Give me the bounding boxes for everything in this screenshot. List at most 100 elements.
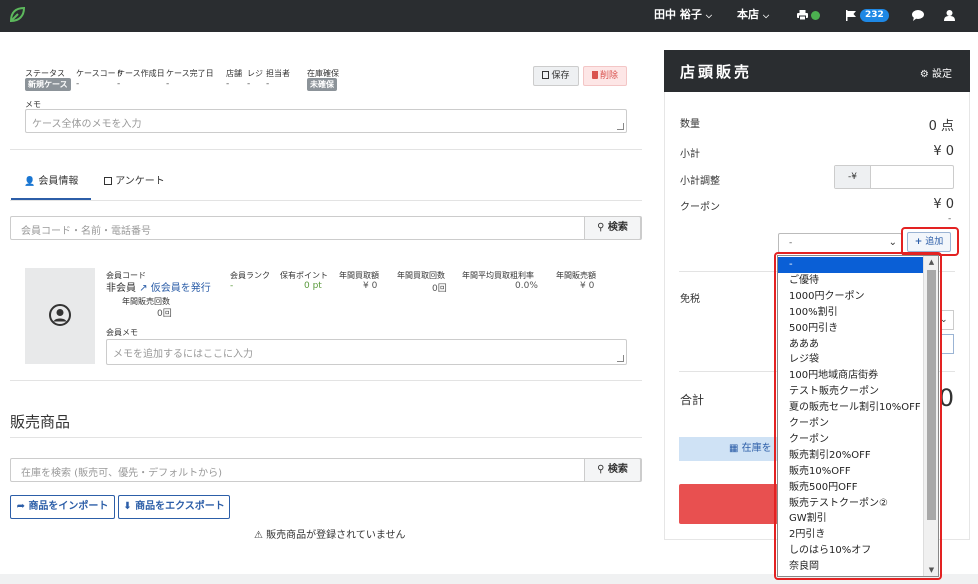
tax-free-label: 免税: [680, 294, 700, 305]
coupon-value: ¥ 0: [933, 197, 954, 212]
stat-value: 0回: [432, 284, 447, 294]
member-memo-label: 会員メモ: [106, 328, 138, 337]
divider: [10, 380, 642, 381]
export-products-button[interactable]: ⬇ 商品をエクスポート: [118, 495, 230, 519]
case-field-value: -: [76, 79, 80, 89]
case-field-label: ケース作成日: [117, 69, 165, 78]
product-search-input[interactable]: 在庫を検索 (販売可、優先・デフォルトから) ⚲ 検索: [10, 458, 642, 482]
stat-label: 年間買取額: [339, 271, 379, 280]
resize-handle[interactable]: [617, 123, 624, 130]
stat-label: 年間買取回数: [397, 271, 445, 280]
quantity-label: 数量: [680, 119, 700, 130]
divider: [10, 200, 642, 201]
user-circle-icon: [49, 304, 71, 326]
products-title: 販売商品: [10, 413, 71, 431]
case-field-value: -: [117, 79, 121, 89]
tax-select-edge[interactable]: ⌄: [940, 310, 954, 330]
coupon-label: クーポン: [680, 202, 720, 213]
status-dot: [811, 10, 820, 20]
divider: [10, 437, 642, 438]
tab-survey[interactable]: アンケート: [104, 170, 174, 200]
subtotal-value: ¥ 0: [933, 144, 954, 159]
chevron-down-icon: ⌄: [888, 237, 897, 248]
top-navbar: 田中 裕子 ⌵ 本店 ⌵ 232: [0, 0, 978, 32]
leaf-logo-icon[interactable]: [9, 6, 26, 23]
case-field-label: ケース完了日: [166, 69, 214, 78]
user-icon: [944, 9, 955, 21]
user-menu[interactable]: 田中 裕子 ⌵: [654, 0, 712, 32]
flag-icon: [846, 9, 856, 21]
register-panel-header: 店頭販売 ⚙ 設定: [664, 50, 970, 92]
issue-temp-member-link[interactable]: ↗ 仮会員を発行: [139, 283, 211, 294]
subtotal-adjust-label: 小計調整: [680, 176, 720, 187]
subtotal-adjust-input[interactable]: -¥: [834, 165, 954, 189]
stat-value: 0.0%: [515, 281, 538, 291]
member-memo-input[interactable]: メモを追加するにはここに入力: [106, 339, 627, 365]
user-settings[interactable]: [944, 0, 955, 32]
save-icon: [542, 71, 550, 79]
member-search-input[interactable]: 会員コード・名前・電話番号 ⚲ 検索: [10, 216, 642, 240]
delete-button[interactable]: 削除: [583, 66, 627, 86]
checkbox-icon: [104, 177, 112, 185]
stat-label: 年間販売額: [556, 271, 596, 280]
case-field-value: -: [266, 79, 270, 89]
case-field-value: -: [247, 79, 251, 89]
stat-label: 保有ポイント: [280, 271, 328, 280]
stock-status-badge: 未確保: [307, 78, 337, 91]
case-memo-input[interactable]: ケース全体のメモを入力: [25, 109, 627, 133]
chevron-down-icon: ⌵: [763, 11, 770, 20]
store-menu[interactable]: 本店 ⌵: [737, 0, 769, 32]
share-icon: ➦: [16, 501, 25, 512]
member-search-button[interactable]: ⚲ 検索: [584, 216, 641, 240]
chevron-down-icon: ⌵: [705, 11, 712, 20]
register-title: 店頭販売: [680, 63, 753, 81]
status-badge: 新規ケース: [25, 78, 71, 91]
avatar: [25, 268, 95, 364]
cubes-icon: ▦: [729, 443, 739, 454]
printer-icon: [797, 10, 808, 21]
stat-label: 会員ランク: [230, 271, 270, 280]
chat-icon: [912, 9, 924, 21]
highlight-outline: [774, 252, 942, 580]
coupon-minor-value: -: [948, 214, 952, 224]
subtotal-label: 小計: [680, 149, 700, 160]
empty-products-message: ⚠ 販売商品が登録されていません: [254, 530, 406, 541]
product-search-button[interactable]: ⚲ 検索: [584, 458, 641, 482]
quantity-value: 0 点: [928, 119, 954, 134]
download-icon: ⬇: [123, 501, 132, 512]
import-products-button[interactable]: ➦ 商品をインポート: [10, 495, 115, 519]
trash-icon: [591, 71, 598, 79]
stat-value: ¥ 0: [580, 281, 595, 291]
member-code-value: 非会員 ↗ 仮会員を発行: [106, 283, 211, 294]
coupon-select[interactable]: - ⌄: [778, 233, 902, 253]
resize-handle[interactable]: [617, 355, 624, 362]
tax-input-edge[interactable]: [940, 334, 954, 354]
printer-status[interactable]: [797, 0, 820, 32]
case-field-label: 担当者: [266, 69, 290, 78]
gear-icon: ⚙: [919, 69, 929, 80]
search-icon: ⚲: [597, 464, 605, 475]
search-icon: ⚲: [597, 222, 605, 233]
case-field-label: 店舗: [226, 69, 242, 78]
user-icon: 👤: [24, 177, 36, 187]
divider: [10, 149, 642, 150]
currency-prefix: -¥: [835, 166, 871, 188]
stat-value: ¥ 0: [363, 281, 378, 291]
notifications[interactable]: 232: [846, 0, 889, 32]
total-label: 合計: [680, 393, 705, 407]
user-name: 田中 裕子: [654, 8, 702, 21]
case-field-value: -: [226, 79, 230, 89]
register-settings-button[interactable]: ⚙ 設定: [920, 65, 952, 80]
external-link-icon: ↗: [139, 283, 148, 294]
stat-value: -: [230, 281, 234, 291]
notification-badge: 232: [860, 8, 889, 22]
case-field-label: レジ: [247, 69, 263, 78]
chat-button[interactable]: [912, 0, 924, 32]
stat-label: 年間平均買取粗利率: [462, 271, 534, 280]
store-name: 本店: [737, 8, 759, 21]
warning-icon: ⚠: [254, 530, 263, 541]
stat-value: 0 pt: [304, 281, 322, 291]
case-field-value: -: [166, 79, 170, 89]
save-button[interactable]: 保存: [533, 66, 579, 86]
tab-member-info[interactable]: 👤 会員情報: [11, 170, 91, 200]
